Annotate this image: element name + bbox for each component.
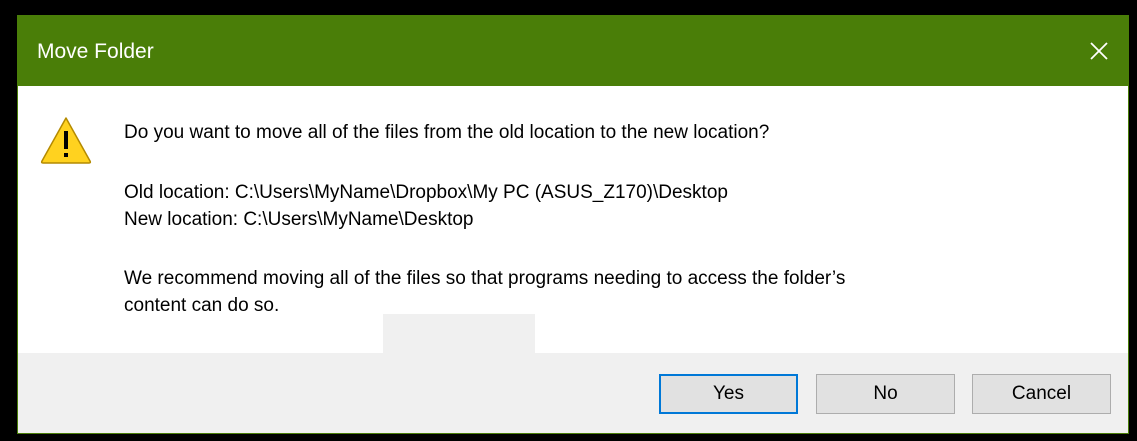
content-notch: [383, 314, 535, 354]
no-button[interactable]: No: [816, 374, 955, 414]
close-button[interactable]: [1070, 16, 1128, 86]
old-location-text: Old location: C:\Users\MyName\Dropbox\My…: [124, 182, 728, 203]
question-text: Do you want to move all of the files fro…: [124, 122, 770, 143]
yes-button[interactable]: Yes: [659, 374, 798, 414]
close-icon: [1090, 42, 1108, 60]
new-location-text: New location: C:\Users\MyName\Desktop: [124, 209, 474, 230]
move-folder-dialog: Move Folder Do you want to move all of t…: [17, 15, 1129, 434]
recommendation-text-line2: content can do so.: [124, 295, 280, 316]
dialog-title: Move Folder: [37, 40, 154, 63]
warning-icon: [40, 117, 92, 164]
cancel-button[interactable]: Cancel: [972, 374, 1111, 414]
message-area: Do you want to move all of the files fro…: [18, 86, 1128, 353]
recommendation-text-line1: We recommend moving all of the files so …: [124, 268, 846, 289]
title-bar[interactable]: Move Folder: [18, 16, 1128, 86]
